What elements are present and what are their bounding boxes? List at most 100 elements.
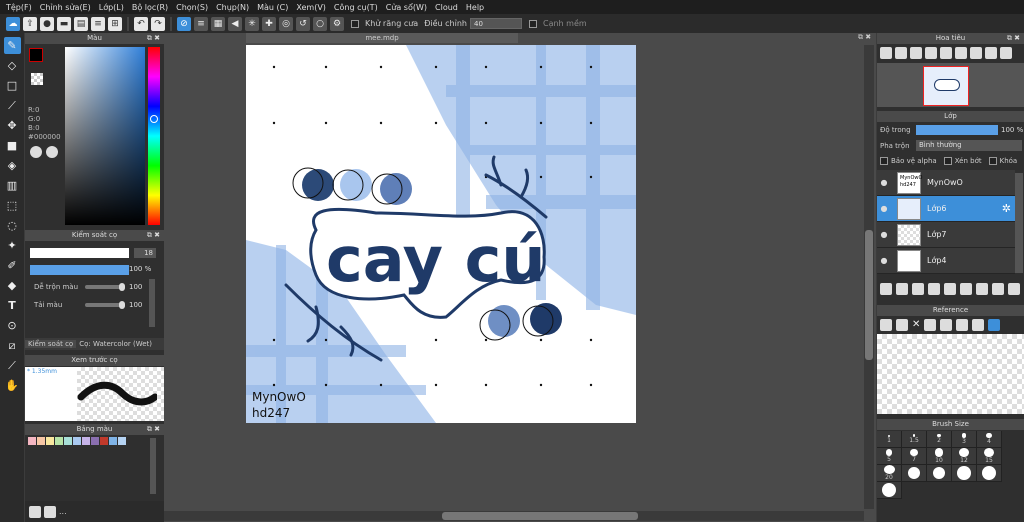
soft-edge-checkbox[interactable] [528, 19, 537, 28]
rect-select-tool-icon[interactable]: □ [4, 77, 21, 94]
layer-menu-icon[interactable] [928, 283, 940, 295]
navigator-preview[interactable] [877, 63, 1024, 107]
merge-down-icon[interactable] [976, 283, 988, 295]
antialias-checkbox[interactable] [351, 19, 359, 28]
export-icon[interactable]: ⇪ [23, 16, 37, 31]
new-halftone-layer-icon[interactable] [896, 283, 908, 295]
comment-icon[interactable]: ▬ [57, 16, 71, 31]
list-icon[interactable]: ≡ [91, 16, 105, 31]
transparent-swatch[interactable] [31, 73, 43, 85]
layer-scrollbar[interactable] [1015, 173, 1023, 273]
snap-concentric-icon[interactable]: ◎ [279, 16, 293, 31]
visibility-icon[interactable]: ● [877, 178, 891, 187]
brush-size-cell[interactable]: 4 [977, 431, 1002, 448]
snap-cross-icon[interactable]: ✚ [262, 16, 276, 31]
palette-swatch[interactable] [82, 437, 90, 445]
menu-tools[interactable]: Công cụ(T) [334, 3, 378, 12]
brush-size-cell[interactable]: 12 [952, 448, 977, 465]
fill-tool-icon[interactable]: ◈ [4, 157, 21, 174]
lasso-select-icon[interactable]: ◌ [4, 217, 21, 234]
settings-icon[interactable]: ⚙ [330, 16, 344, 31]
menu-capture[interactable]: Chụp(N) [216, 3, 249, 12]
new-palette-icon[interactable] [29, 505, 41, 518]
palette-scrollbar[interactable] [150, 438, 156, 494]
layer-item[interactable]: ● Lớp4 [877, 248, 1015, 274]
brush-size-cell[interactable]: 3 [952, 431, 977, 448]
menu-color[interactable]: Màu (C) [257, 3, 288, 12]
brush-size-cell[interactable]: 5 [877, 448, 902, 465]
snap-curve-icon[interactable]: ↺ [296, 16, 310, 31]
vertical-scrollbar-thumb[interactable] [865, 230, 873, 360]
color-wheel-icon[interactable] [30, 146, 42, 158]
menu-help[interactable]: Help [466, 3, 484, 12]
snap-parallel-icon[interactable]: ≡ [194, 16, 208, 31]
tab-brush-name[interactable]: Cọ: Watercolor (Wet) [76, 340, 155, 348]
snap-off-icon[interactable]: ⊘ [177, 16, 191, 31]
panel-controls-icon[interactable]: ⧉ ✖ [147, 424, 160, 435]
rotate-right-icon[interactable] [970, 47, 982, 59]
zoom-out-icon[interactable] [895, 47, 907, 59]
correction-select[interactable]: 40 [469, 18, 522, 29]
navigator-viewport[interactable] [923, 66, 969, 106]
new-1bit-layer-icon[interactable] [912, 283, 924, 295]
horizontal-scrollbar-track[interactable] [164, 511, 864, 521]
layer-item-selected[interactable]: ● Lớp6 ✲ [877, 196, 1015, 222]
navigator-settings-icon[interactable] [1000, 47, 1012, 59]
color-picker-icon[interactable] [46, 146, 58, 158]
artwork[interactable]: cay cú MynOwO hd247 [246, 45, 636, 423]
palette-swatch[interactable] [73, 437, 81, 445]
blend-slider[interactable] [85, 285, 123, 289]
grid-icon[interactable]: ⊞ [108, 16, 122, 31]
palette-swatch[interactable] [55, 437, 63, 445]
brush-size-cell[interactable]: 7 [902, 448, 927, 465]
load-slider-handle[interactable] [119, 301, 125, 309]
layer-item[interactable]: ● Lớp7 [877, 222, 1015, 248]
reset-rotation-icon[interactable] [985, 47, 997, 59]
menu-file[interactable]: Tệp(F) [6, 3, 32, 12]
shape-tool-icon[interactable]: ■ [4, 137, 21, 154]
blend-slider-handle[interactable] [119, 283, 125, 291]
menu-window[interactable]: Cửa sổ(W) [386, 3, 427, 12]
layer-item[interactable]: ● MynOwO hd247 MynOwO [877, 170, 1015, 196]
move-tool-icon[interactable]: ✥ [4, 117, 21, 134]
brush-size-cell[interactable]: 1 [877, 431, 902, 448]
canvas-controls-icon[interactable]: ⧉ ✖ [858, 33, 871, 42]
ref-zoom-in-icon[interactable] [924, 319, 937, 331]
menu-filter[interactable]: Bộ lọc(R) [132, 3, 168, 12]
cloud-icon[interactable]: ☁ [6, 16, 20, 31]
page-icon[interactable]: ▤ [74, 16, 88, 31]
menu-view[interactable]: Xem(V) [296, 3, 326, 12]
document-tab[interactable]: mee.mdp [246, 33, 518, 43]
brush-size-cell[interactable]: 2 [927, 431, 952, 448]
brush-size-cell[interactable]: 20 [877, 465, 902, 482]
text-tool-icon[interactable]: T [4, 297, 21, 314]
palette-swatch[interactable] [109, 437, 117, 445]
menu-layer[interactable]: Lớp(L) [99, 3, 124, 12]
snap-perspective-icon[interactable]: ◀ [228, 16, 242, 31]
menu-cloud[interactable]: Cloud [435, 3, 458, 12]
brush-tool-icon[interactable]: ✎ [3, 37, 21, 54]
visibility-icon[interactable]: ● [877, 256, 891, 265]
new-folder-icon[interactable] [944, 283, 956, 295]
panel-controls-icon[interactable]: ⧉ ✖ [1007, 33, 1020, 44]
actual-size-icon[interactable] [925, 47, 937, 59]
layer-blend-select[interactable]: Bình thường [916, 140, 1022, 151]
flip-icon[interactable] [955, 47, 967, 59]
menu-select[interactable]: Chọn(S) [176, 3, 208, 12]
new-layer-icon[interactable] [880, 283, 892, 295]
brush-size-cell[interactable] [952, 465, 977, 482]
reference-canvas[interactable] [877, 334, 1024, 414]
palette-swatch[interactable] [64, 437, 72, 445]
operation-tool-icon[interactable]: ⊙ [4, 317, 21, 334]
snap-radial-icon[interactable]: ✳ [245, 16, 259, 31]
gradient-tool-icon[interactable]: ▥ [4, 177, 21, 194]
lock-checkbox[interactable] [988, 157, 997, 165]
snap-grid-icon[interactable]: ▦ [211, 16, 225, 31]
eyedropper-tool-icon[interactable]: ⟋ [4, 357, 21, 374]
panel-controls-icon[interactable]: ⧉ ✖ [147, 230, 160, 241]
eraser-tool-icon[interactable]: ◇ [4, 57, 21, 74]
cloud-ref-icon[interactable] [880, 319, 892, 331]
hue-slider-handle[interactable] [150, 115, 158, 123]
brush-size-cell[interactable] [977, 465, 1002, 482]
lasso-tool-icon[interactable]: ⟋ [4, 97, 21, 114]
